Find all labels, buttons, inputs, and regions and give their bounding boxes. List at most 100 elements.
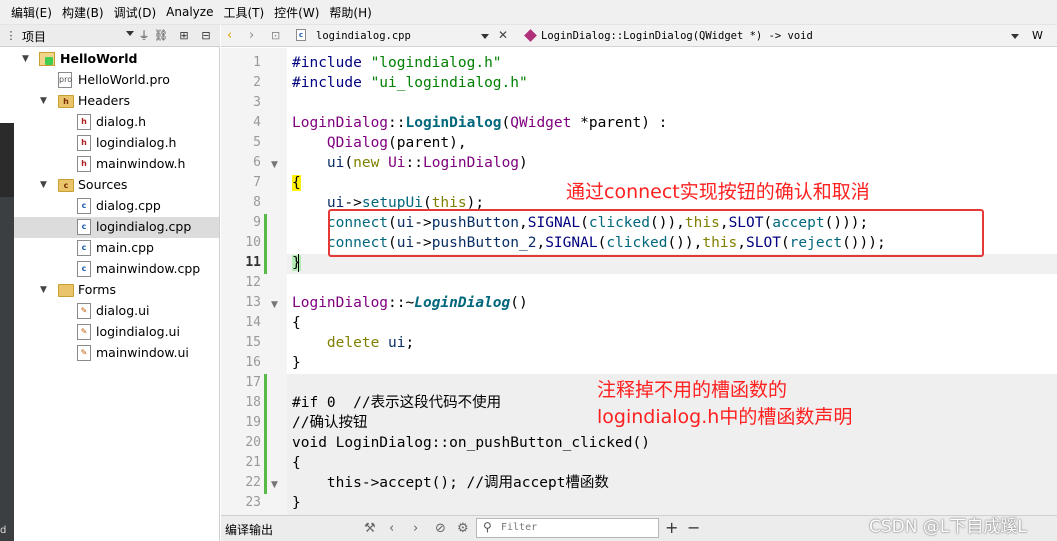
tree-item-label: main.cpp <box>96 240 154 255</box>
chevron-down-icon[interactable] <box>126 31 134 36</box>
tree-item-mainwindow-h[interactable]: h mainwindow.h <box>14 154 219 175</box>
split-icon[interactable]: ⊞ <box>176 28 192 44</box>
tree-item-logindialog-h[interactable]: h logindialog.h <box>14 133 219 154</box>
cpp-file-icon: c <box>296 29 306 41</box>
tree-item-helloworld[interactable]: ▼ HelloWorld <box>14 49 219 70</box>
fold-arrow-icon[interactable]: ▼ <box>271 480 278 490</box>
line-number: 3 <box>253 95 261 110</box>
close-document-icon[interactable]: ✕ <box>498 28 508 42</box>
tree-item-main-cpp[interactable]: c main.cpp <box>14 238 219 259</box>
right-combo-label[interactable]: W <box>1032 29 1043 42</box>
code-line-7: { <box>292 175 301 191</box>
menu-build[interactable]: 构建(B) <box>57 4 109 21</box>
menu-widgets[interactable]: 控件(W) <box>269 4 324 21</box>
menu-tools[interactable]: 工具(T) <box>218 4 269 21</box>
tree-item-dialog-h[interactable]: h dialog.h <box>14 112 219 133</box>
code-line-19: //确认按钮 <box>292 415 368 431</box>
code-editor[interactable]: 1 2 3 4 5 6 7 8 9 10 11 12 13 14 15 16 17 18 19 20 21 22 23 ▼ … <box>221 48 1057 515</box>
code-line-22: this->accept(); //调用accept槽函数 <box>292 475 609 491</box>
tree-item-label: dialog.cpp <box>96 198 161 213</box>
open-file-name[interactable]: logindialog.cpp <box>316 30 411 42</box>
cpp-file-icon: c <box>77 240 91 256</box>
line-number: 23 <box>245 495 261 510</box>
tree-item-logindialog-ui[interactable]: ✎ logindialog.ui <box>14 322 219 343</box>
line-number: 5 <box>253 135 261 150</box>
watermark: CSDN @L下自成蹊L <box>869 517 1027 537</box>
projects-view-selector[interactable]: 项目 <box>22 28 46 45</box>
menu-edit[interactable]: 编辑(E) <box>6 4 57 21</box>
line-number: 7 <box>253 175 261 190</box>
ui-file-icon: ✎ <box>77 303 91 319</box>
build-icon[interactable]: ⚒ <box>364 521 376 536</box>
tree-item-label: HelloWorld <box>60 51 138 66</box>
output-pane-title[interactable]: 编译输出 <box>225 521 273 538</box>
plus-icon[interactable]: + <box>665 518 678 537</box>
tree-item-helloworld-pro[interactable]: pro HelloWorld.pro <box>14 70 219 91</box>
filter-icon[interactable]: ⏚ <box>136 28 152 44</box>
menu-bar: 编辑(E) 构建(B) 调试(D) Analyze 工具(T) 控件(W) 帮助… <box>0 0 1057 25</box>
next-arrow-icon[interactable]: › <box>413 521 418 536</box>
expand-arrow-icon[interactable]: ▼ <box>40 96 50 106</box>
code-line-4: LoginDialog::LoginDialog(QWidget *parent… <box>292 115 668 131</box>
fold-arrow-icon[interactable]: ▼ <box>271 300 278 310</box>
tree-item-dialog-ui[interactable]: ✎ dialog.ui <box>14 301 219 322</box>
tree-item-headers[interactable]: ▼ h Headers <box>14 91 219 112</box>
forward-arrow-icon[interactable]: › <box>249 28 254 43</box>
strip-text: d <box>0 525 7 536</box>
menu-debug[interactable]: 调试(D) <box>109 4 162 21</box>
code-line-16: } <box>292 355 301 371</box>
code-line-6: ui(new Ui::LoginDialog) <box>326 155 528 171</box>
prev-arrow-icon[interactable]: ‹ <box>389 521 394 536</box>
minus-icon[interactable]: − <box>687 518 700 537</box>
fold-arrow-icon[interactable]: ▼ <box>271 160 278 170</box>
side-strip: d <box>0 47 14 541</box>
gear-icon[interactable]: ⚙ <box>457 521 469 536</box>
tree-item-label: mainwindow.cpp <box>96 261 201 276</box>
expand-arrow-icon[interactable]: ▼ <box>40 285 50 295</box>
tree-item-forms[interactable]: ▼ Forms <box>14 280 219 301</box>
chevron-down-icon[interactable] <box>481 34 489 39</box>
editor-toolbar: ‹ › ⊡ c logindialog.cpp ✕ LoginDialog::L… <box>221 25 1057 47</box>
tree-item-label: Sources <box>78 177 128 192</box>
line-number: 9 <box>253 215 261 230</box>
line-number: 13 <box>245 295 261 310</box>
line-number: 22 <box>245 475 261 490</box>
tree-item-mainwindow-ui[interactable]: ✎ mainwindow.ui <box>14 343 219 364</box>
tree-item-logindialog-cpp[interactable]: c logindialog.cpp <box>14 217 219 238</box>
tree-item-label: HelloWorld.pro <box>78 72 170 87</box>
slot-annotation-line1: 注释掉不用的槽函数的 <box>597 379 788 401</box>
line-number: 8 <box>253 195 261 210</box>
tree-item-sources[interactable]: ▼ c Sources <box>14 175 219 196</box>
line-number: 14 <box>245 315 261 330</box>
expand-arrow-icon[interactable]: ▼ <box>40 180 50 190</box>
code-line-23: } <box>292 495 301 511</box>
link-icon[interactable]: ⛓ <box>153 28 169 44</box>
line-number: 15 <box>245 335 261 350</box>
tree-item-mainwindow-cpp[interactable]: c mainwindow.cpp <box>14 259 219 280</box>
menu-help[interactable]: 帮助(H) <box>324 4 376 21</box>
projects-toolbar: ⋮ 项目 ⏚ ⛓ ⊞ ⊟ <box>0 25 220 47</box>
chevron-down-icon[interactable] <box>1011 34 1019 39</box>
tree-item-label: mainwindow.ui <box>96 345 189 360</box>
back-arrow-icon[interactable]: ‹ <box>227 28 232 43</box>
line-number: 20 <box>245 435 261 450</box>
code-line-2: #include "ui_logindialog.h" <box>292 75 528 91</box>
close-panel-icon[interactable]: ⊟ <box>198 28 214 44</box>
code-line-11: } <box>292 255 301 271</box>
clear-icon[interactable]: ⊘ <box>435 521 446 536</box>
tree-item-label: logindialog.cpp <box>96 219 192 234</box>
line-number: 17 <box>245 375 261 390</box>
menu-analyze[interactable]: Analyze <box>161 5 218 19</box>
filter-input[interactable]: ⚲ Filter <box>476 518 659 538</box>
code-line-5: QDialog(parent), <box>326 135 467 151</box>
current-symbol[interactable]: LoginDialog::LoginDialog(QWidget *) -> v… <box>541 30 813 42</box>
cpp-file-icon: c <box>77 219 91 235</box>
expand-arrow-icon[interactable]: ▼ <box>22 54 32 64</box>
line-number: 10 <box>245 235 261 250</box>
headers-folder-icon: h <box>58 95 74 108</box>
tree-item-dialog-cpp[interactable]: c dialog.cpp <box>14 196 219 217</box>
header-file-icon: h <box>77 135 91 151</box>
line-number: 4 <box>253 115 261 130</box>
tree-item-label: logindialog.ui <box>96 324 180 339</box>
slot-annotation-line2: logindialog.h中的槽函数声明 <box>597 406 853 428</box>
